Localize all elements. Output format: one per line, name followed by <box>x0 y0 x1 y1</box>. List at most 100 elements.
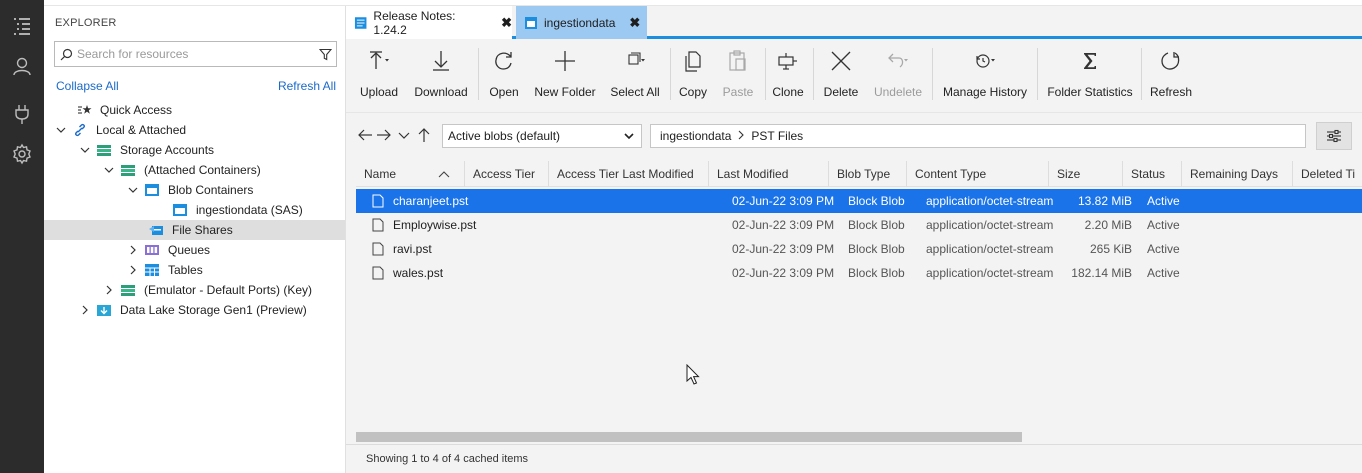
toolbar-divider <box>1141 48 1142 100</box>
quick-access-icon <box>76 103 92 117</box>
clone-button[interactable]: Clone <box>772 46 804 102</box>
column-header-content-type[interactable]: Content Type <box>907 161 1049 187</box>
mouse-cursor-icon <box>686 364 700 385</box>
explorer-activity-icon[interactable] <box>0 6 44 46</box>
open-arrow-icon <box>495 52 512 70</box>
close-icon[interactable]: ✖ <box>501 15 512 31</box>
upload-icon <box>370 51 389 69</box>
chevron-down-icon[interactable] <box>54 123 68 137</box>
folder-statistics-button[interactable]: Folder Statistics <box>1047 46 1133 102</box>
chevron-right-icon[interactable] <box>102 283 116 297</box>
tab-ingestiondata[interactable]: ingestiondata ✖ <box>516 6 647 39</box>
clone-icon <box>778 53 797 70</box>
filter-icon[interactable] <box>314 48 336 61</box>
column-header-remaining-days[interactable]: Remaining Days <box>1182 161 1293 187</box>
tree-item-attached-containers[interactable]: (Attached Containers) <box>44 160 345 180</box>
breadcrumb-folder[interactable]: PST Files <box>751 129 803 143</box>
download-button[interactable]: Download <box>412 46 470 102</box>
table-row[interactable]: ravi.pst 02-Jun-22 3:09 PM Block Blob ap… <box>356 237 1362 261</box>
column-header-blob-type[interactable]: Blob Type <box>829 161 907 187</box>
tree-item-storage-accounts[interactable]: Storage Accounts <box>44 140 345 160</box>
plus-icon <box>555 51 575 71</box>
settings-gear-icon[interactable] <box>0 134 44 174</box>
select-all-button[interactable]: Select All <box>609 46 661 102</box>
sort-ascending-icon <box>438 171 450 178</box>
paste-button[interactable]: Paste <box>721 46 755 102</box>
table-row[interactable]: charanjeet.pst 02-Jun-22 3:09 PM Block B… <box>356 189 1362 213</box>
search-input[interactable] <box>77 47 314 61</box>
forward-arrow-icon[interactable] <box>376 127 392 143</box>
new-folder-button[interactable]: New Folder <box>534 46 596 102</box>
delete-button[interactable]: Delete <box>823 46 859 102</box>
tab-label: Release Notes: 1.24.2 <box>373 8 456 37</box>
collapse-all-link[interactable]: Collapse All <box>56 79 119 93</box>
column-header-name[interactable]: Name <box>356 161 465 187</box>
tree-item-quick-access[interactable]: Quick Access <box>44 100 345 120</box>
chevron-right-icon[interactable] <box>126 263 140 277</box>
row-name: Employwise.pst <box>393 218 477 232</box>
column-header-status[interactable]: Status <box>1123 161 1182 187</box>
chevron-down-icon[interactable] <box>78 143 92 157</box>
data-lake-icon <box>96 303 112 317</box>
column-header-access-tier[interactable]: Access Tier <box>465 161 549 187</box>
explorer-panel: EXPLORER Collapse All Refresh All Quick … <box>44 6 346 473</box>
link-icon <box>72 123 88 137</box>
close-icon[interactable]: ✖ <box>629 15 640 31</box>
view-options-button[interactable] <box>1316 122 1352 150</box>
chevron-right-icon[interactable] <box>126 243 140 257</box>
connect-plug-icon[interactable] <box>0 94 44 134</box>
address-bar: Active blobs (default) ingestiondata PST… <box>346 112 1362 158</box>
row-content-type: application/octet-stream <box>926 194 1054 208</box>
tree-item-data-lake[interactable]: Data Lake Storage Gen1 (Preview) <box>44 300 345 320</box>
tree-item-queues[interactable]: Queues <box>44 240 345 260</box>
chevron-down-icon[interactable] <box>102 163 116 177</box>
storage-account-icon <box>120 283 136 297</box>
row-status: Active <box>1147 266 1180 280</box>
table-row[interactable]: wales.pst 02-Jun-22 3:09 PM Block Blob a… <box>356 261 1362 285</box>
tree-item-ingestiondata[interactable]: ingestiondata (SAS) <box>44 200 345 220</box>
column-header-size[interactable]: Size <box>1049 161 1123 187</box>
tree-item-emulator[interactable]: (Emulator - Default Ports) (Key) <box>44 280 345 300</box>
row-size: 265 KiB <box>1089 242 1132 256</box>
blob-view-select[interactable]: Active blobs (default) <box>442 124 642 148</box>
blob-container-icon <box>525 16 537 29</box>
row-size: 182.14 MiB <box>1071 266 1132 280</box>
resource-tree: Quick Access Local & Attached Storage Ac… <box>44 100 345 320</box>
undelete-button[interactable]: Undelete <box>873 46 923 102</box>
copy-button[interactable]: Copy <box>678 46 708 102</box>
column-header-access-tier-modified[interactable]: Access Tier Last Modified <box>549 161 709 187</box>
manage-history-button[interactable]: Manage History <box>942 46 1028 102</box>
column-header-last-modified[interactable]: Last Modified <box>709 161 829 187</box>
tree-item-blob-containers[interactable]: Blob Containers <box>44 180 345 200</box>
download-icon <box>433 51 449 71</box>
tree-item-tables[interactable]: Tables <box>44 260 345 280</box>
up-arrow-icon[interactable] <box>416 127 432 143</box>
recent-dropdown-chevron-icon[interactable] <box>396 127 412 143</box>
blob-container-icon <box>172 203 188 217</box>
row-status: Active <box>1147 194 1180 208</box>
table-row[interactable]: Employwise.pst 02-Jun-22 3:09 PM Block B… <box>356 213 1362 237</box>
chevron-right-icon[interactable] <box>78 303 92 317</box>
row-blob-type: Block Blob <box>848 242 905 256</box>
scrollbar-thumb[interactable] <box>356 432 1022 442</box>
row-last-modified: 02-Jun-22 3:09 PM <box>732 242 835 256</box>
column-header-deleted-time[interactable]: Deleted Ti <box>1293 161 1362 187</box>
account-icon[interactable] <box>0 46 44 86</box>
toolbar-divider <box>932 48 933 100</box>
resource-search[interactable] <box>54 41 337 67</box>
tree-item-local-attached[interactable]: Local & Attached <box>44 120 345 140</box>
upload-button[interactable]: Upload <box>358 46 400 102</box>
open-button[interactable]: Open <box>487 46 521 102</box>
refresh-all-link[interactable]: Refresh All <box>278 79 336 93</box>
path-breadcrumb[interactable]: ingestiondata PST Files <box>650 124 1306 148</box>
breadcrumb-container[interactable]: ingestiondata <box>660 129 731 143</box>
row-name: wales.pst <box>393 266 444 280</box>
tree-item-file-shares[interactable]: File Shares <box>44 220 345 240</box>
tab-release-notes[interactable]: Release Notes: 1.24.2 ✖ <box>346 6 512 39</box>
status-bar: Showing 1 to 4 of 4 cached items <box>346 444 1362 473</box>
horizontal-scrollbar[interactable] <box>356 432 1362 442</box>
refresh-button[interactable]: Refresh <box>1150 46 1192 102</box>
select-all-icon <box>628 52 645 65</box>
chevron-down-icon[interactable] <box>126 183 140 197</box>
back-arrow-icon[interactable] <box>357 127 373 143</box>
